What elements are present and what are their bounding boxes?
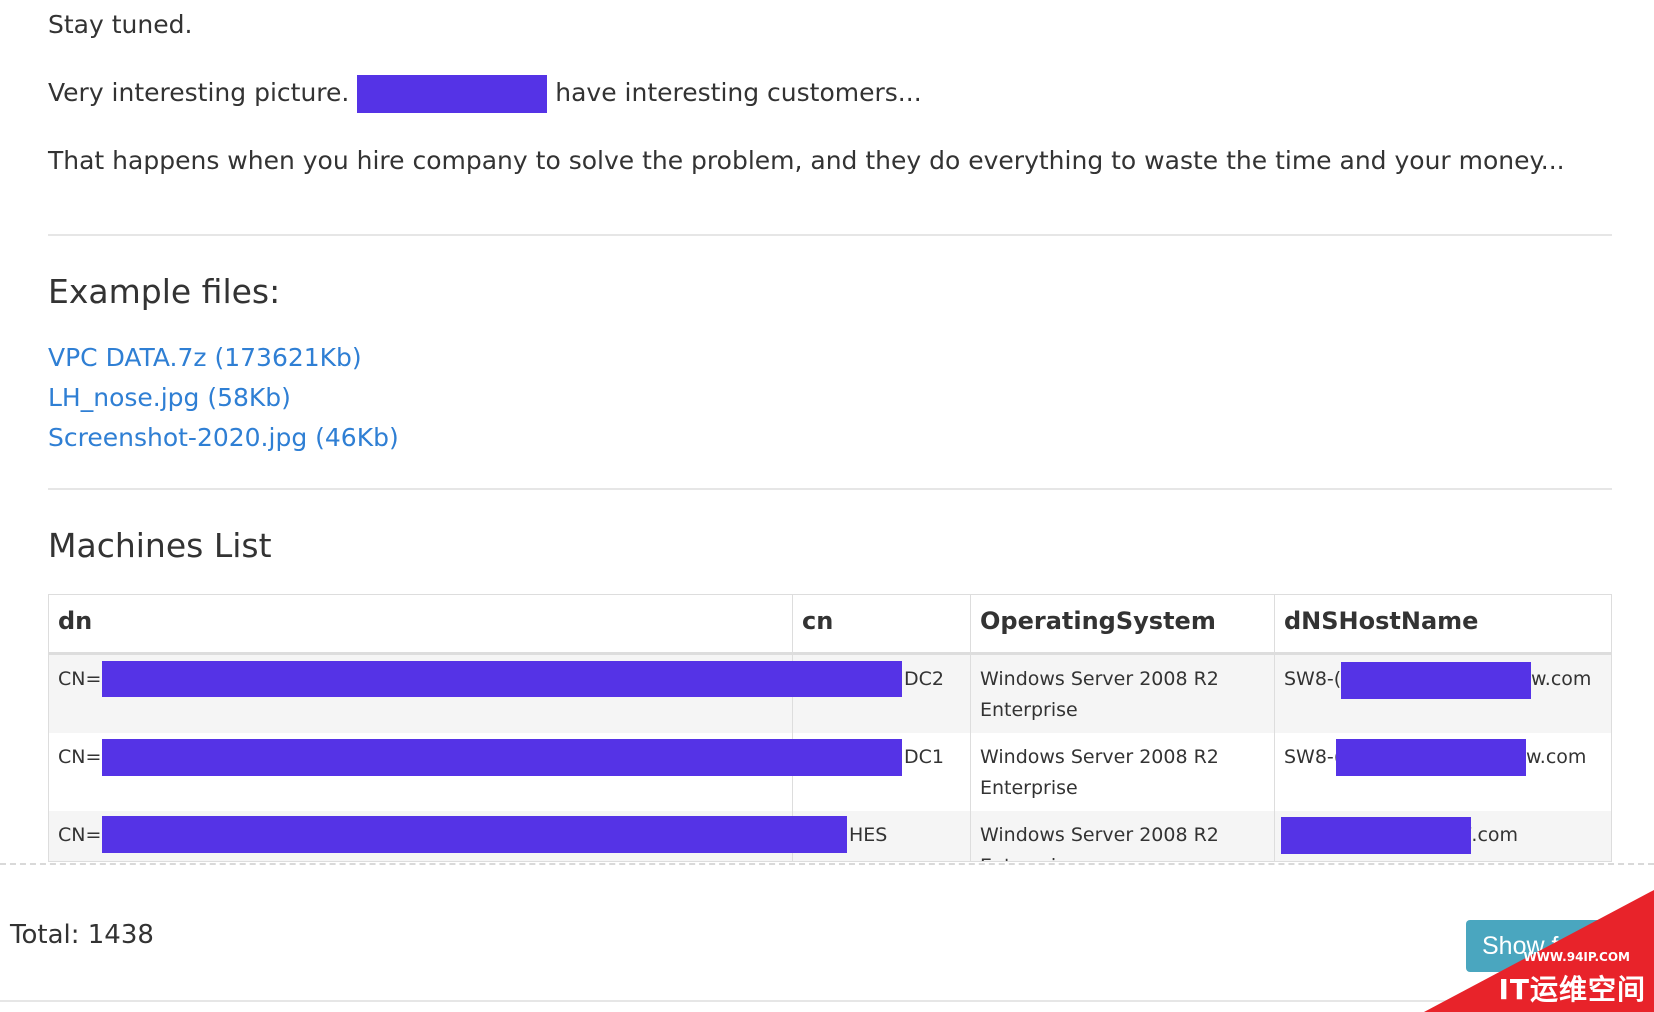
os-value: Windows Server 2008 R2 Enterprise [980,746,1219,799]
table-row[interactable]: CN= HES Windows Server 2008 R2 Enterpris… [49,811,1611,861]
cell-os: Windows Server 2008 R2 Enterprise [971,811,1275,861]
dn-prefix: CN= [58,668,102,690]
table-row[interactable]: CN= DC2 Windows Server 2008 R2 Enterpris… [49,655,1611,734]
host-suffix: w.com [1531,668,1592,690]
screenshot-cut-line [0,863,1654,865]
cn-suffix: DC1 [904,746,944,768]
column-header-cn[interactable]: cn [793,595,971,655]
redaction-block [1341,662,1531,699]
file-link-lh-nose[interactable]: LH_nose.jpg (58Kb) [48,383,291,412]
file-link-vpc-data[interactable]: VPC DATA.7z (173621Kb) [48,343,362,372]
cell-os: Windows Server 2008 R2 Enterprise [971,733,1275,811]
redaction-block [102,816,847,853]
column-header-dns-host-name[interactable]: dNSHostName [1275,595,1611,655]
divider [0,1000,1654,1002]
machines-table: dn cn OperatingSystem dNSHostName CN= DC… [48,594,1612,862]
redaction-block [1336,739,1526,776]
redaction-block [102,739,902,776]
column-header-dn[interactable]: dn [49,595,793,655]
watermark-logo: WWW.94IP.COM IT运维空间 [1424,890,1654,1012]
redaction-block [102,661,902,697]
watermark-url: WWW.94IP.COM [1523,950,1630,964]
cell-os: Windows Server 2008 R2 Enterprise [971,655,1275,733]
cn-suffix: HES [849,824,888,846]
divider [48,488,1612,490]
hire-company-text: That happens when you hire company to so… [48,146,1565,175]
table-row[interactable]: CN= DC1 Windows Server 2008 R2 Enterpris… [49,733,1611,812]
example-files-heading: Example files: [48,272,281,311]
dn-prefix: CN= [58,824,102,846]
cn-suffix: DC2 [904,668,944,690]
file-link-screenshot[interactable]: Screenshot-2020.jpg (46Kb) [48,423,399,452]
host-prefix: SW8-( [1284,746,1342,768]
column-header-operating-system[interactable]: OperatingSystem [971,595,1275,655]
watermark-brand: IT运维空间 [1498,973,1646,1006]
dn-prefix: CN= [58,746,102,768]
os-value: Windows Server 2008 R2 Enterprise [980,824,1219,861]
host-prefix: SW8-( [1284,668,1342,690]
redaction-block [1281,817,1471,854]
redaction-block [357,75,548,113]
os-value: Windows Server 2008 R2 Enterprise [980,668,1219,721]
interesting-picture-line: Very interesting picture. have interesti… [48,75,922,113]
total-count: Total: 1438 [10,920,154,950]
stay-tuned-text: Stay tuned. [48,10,193,39]
machines-list-heading: Machines List [48,526,272,565]
divider [48,234,1612,236]
interesting-text-after: have interesting customers... [555,78,922,107]
host-suffix: /.com [1465,824,1519,846]
interesting-text-before: Very interesting picture. [48,78,350,107]
host-suffix: w.com [1526,746,1587,768]
